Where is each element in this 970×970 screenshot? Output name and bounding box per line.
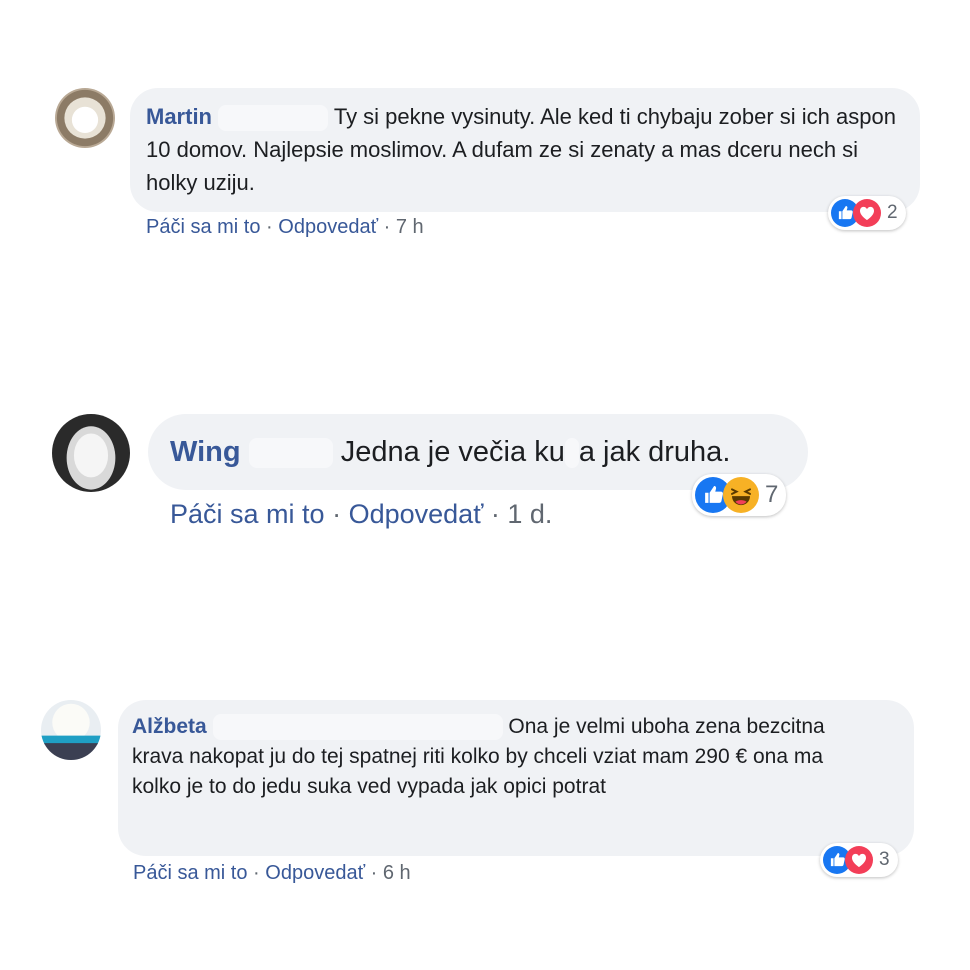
separator: ·	[266, 216, 273, 238]
comment-bubble: Alžbeta Ona je velmi uboha zena bezcitna…	[118, 700, 914, 856]
comment-alzbeta: Alžbeta Ona je velmi uboha zena bezcitna…	[0, 690, 970, 910]
timestamp[interactable]: 6 h	[383, 862, 411, 884]
separator: ·	[370, 862, 378, 884]
avatar-image	[41, 700, 101, 760]
author-name[interactable]: Wing	[170, 436, 241, 468]
avatar[interactable]	[52, 414, 130, 492]
separator: ·	[490, 499, 500, 529]
reactions-summary[interactable]: 3	[820, 843, 898, 877]
like-link[interactable]: Páči sa mi to	[133, 862, 247, 884]
love-icon	[845, 846, 873, 874]
comment-actions: Páči sa mi to · Odpovedať · 6 h	[133, 860, 411, 886]
reactions-summary[interactable]: 2	[828, 196, 906, 230]
comment-actions: Páči sa mi to · Odpovedať · 7 h	[146, 214, 424, 240]
reactions-summary[interactable]: 7	[692, 474, 787, 516]
separator: ·	[332, 499, 342, 529]
redacted-word	[564, 438, 579, 469]
separator: ·	[383, 216, 391, 238]
haha-icon	[723, 477, 759, 513]
avatar-image	[52, 414, 130, 492]
like-link[interactable]: Páči sa mi to	[170, 499, 325, 529]
comment-body: Wing Jedna je večia ku a jak druha.	[170, 432, 810, 472]
like-link[interactable]: Páči sa mi to	[146, 216, 260, 238]
comment-martin: Martin Ty si pekne vysinuty. Ale ked ti …	[0, 0, 970, 260]
comment-body: Martin Ty si pekne vysinuty. Ale ked ti …	[146, 100, 906, 199]
comment-text-end: a jak druha.	[578, 436, 731, 468]
avatar-image	[55, 88, 115, 148]
reaction-count: 3	[879, 849, 890, 870]
author-name[interactable]: Alžbeta	[132, 715, 207, 738]
reaction-count: 2	[887, 202, 898, 223]
redacted-surname	[212, 714, 503, 741]
separator: ·	[253, 862, 260, 884]
comment-body: Alžbeta Ona je velmi uboha zena bezcitna…	[132, 712, 852, 802]
timestamp[interactable]: 7 h	[396, 216, 424, 238]
comment-text-start: Jedna je večia ku	[340, 436, 565, 468]
redacted-surname	[218, 105, 329, 132]
redacted-surname	[248, 438, 333, 469]
author-name[interactable]: Martin	[146, 104, 212, 129]
love-icon	[853, 199, 881, 227]
comment-actions: Páči sa mi to · Odpovedať · 1 d.	[170, 497, 552, 531]
comment-wing: Wing Jedna je večia ku a jak druha. Páči …	[0, 400, 970, 550]
comment-bubble: Martin Ty si pekne vysinuty. Ale ked ti …	[130, 88, 920, 212]
reaction-count: 7	[765, 481, 779, 508]
reply-link[interactable]: Odpovedať	[278, 216, 378, 238]
reply-link[interactable]: Odpovedať	[265, 862, 365, 884]
avatar[interactable]	[41, 700, 101, 760]
avatar[interactable]	[55, 88, 115, 148]
timestamp[interactable]: 1 d.	[507, 499, 552, 529]
reply-link[interactable]: Odpovedať	[349, 499, 484, 529]
